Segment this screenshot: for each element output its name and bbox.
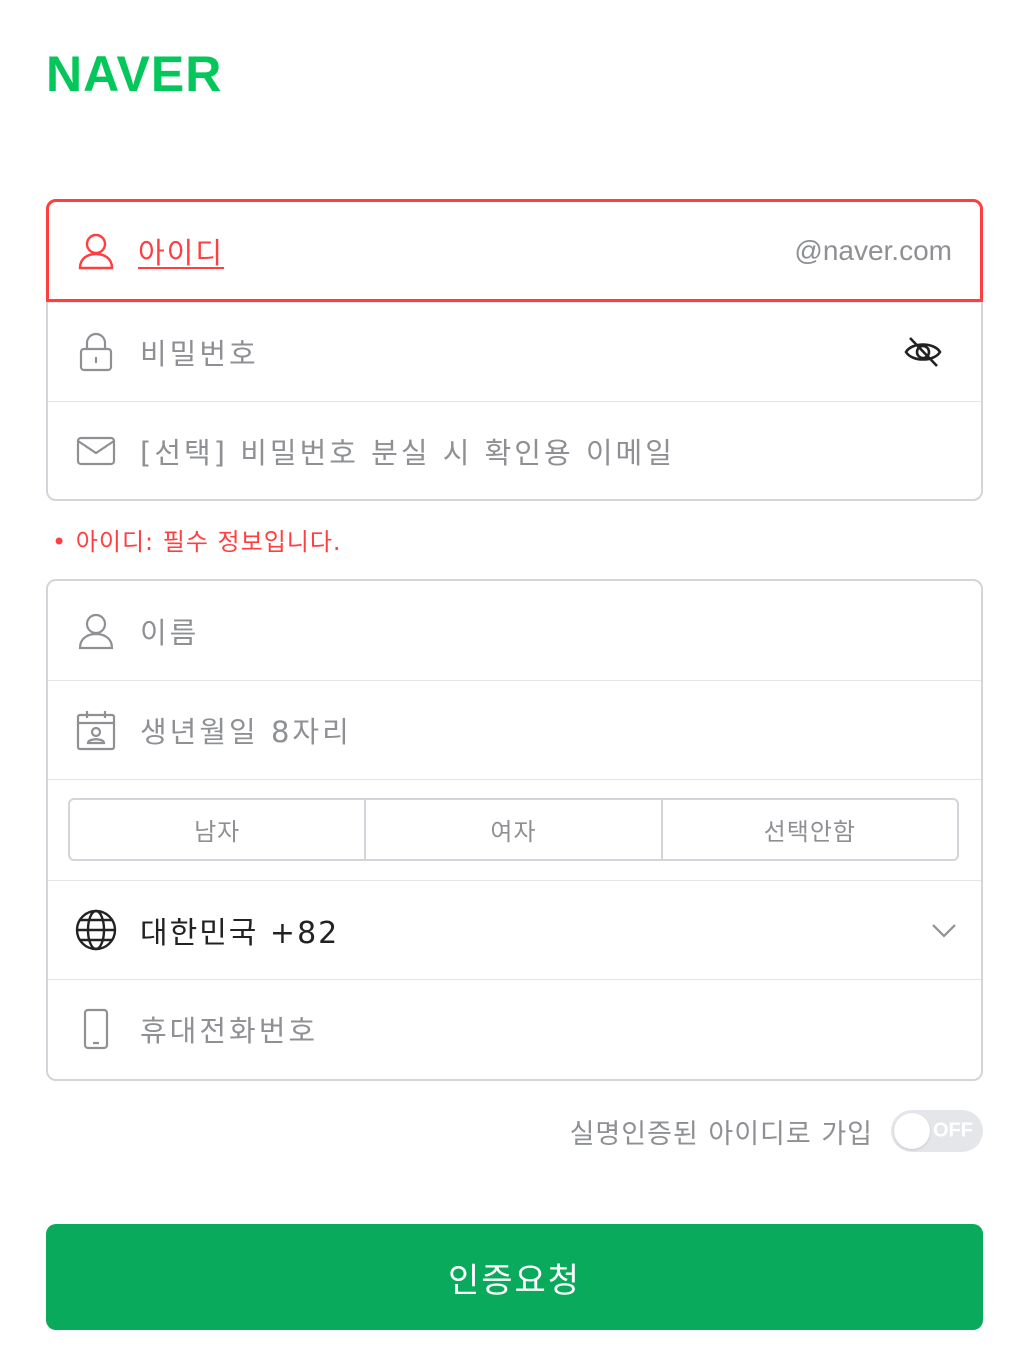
profile-field-group: 이름 생년월일 8자리 남자 여자 선택안함 대한민국 +82 휴대전화번호 [46,579,983,1081]
globe-icon [74,908,118,952]
realname-signup: 실명인증된 아이디로 가입 OFF [570,1109,983,1153]
calendar-icon [74,708,118,752]
toggle-knob [894,1113,930,1149]
verify-request-button[interactable]: 인증요청 [46,1224,983,1330]
realname-toggle[interactable]: OFF [891,1110,983,1152]
gender-option-none[interactable]: 선택안함 [660,800,957,859]
gender-option-female[interactable]: 여자 [364,800,660,859]
naver-logo: NAVER [46,46,223,102]
user-icon [74,229,118,273]
country-code-select[interactable]: 대한민국 +82 [140,908,339,952]
user-icon [74,609,118,653]
eye-off-icon[interactable] [903,332,943,372]
name-input[interactable]: 이름 [140,610,199,652]
phone-input[interactable]: 휴대전화번호 [140,1008,318,1050]
lock-icon [74,330,118,374]
chevron-down-icon[interactable] [929,915,959,945]
id-domain-suffix: @naver.com [794,234,952,266]
gender-option-male[interactable]: 남자 [70,800,364,859]
id-input[interactable]: 아이디 [138,230,224,272]
email-row[interactable]: [선택] 비밀번호 분실 시 확인용 이메일 [48,401,981,500]
birthdate-input[interactable]: 생년월일 8자리 [140,709,352,751]
realname-label: 실명인증된 아이디로 가입 [569,1118,873,1150]
country-row[interactable]: 대한민국 +82 [48,880,981,979]
phone-icon [74,1007,118,1051]
phone-row[interactable]: 휴대전화번호 [48,979,981,1078]
gender-row: 남자 여자 선택안함 [48,779,981,880]
birth-row[interactable]: 생년월일 8자리 [48,680,981,779]
id-error-message: • 아이디: 필수 정보입니다. [52,528,342,556]
email-input[interactable]: [선택] 비밀번호 분실 시 확인용 이메일 [140,430,675,472]
gender-selector: 남자 여자 선택안함 [68,798,959,861]
password-row[interactable]: 비밀번호 [48,302,981,401]
envelope-icon [74,429,118,473]
toggle-state-text: OFF [933,1119,973,1142]
id-field[interactable]: 아이디 @naver.com [46,199,983,302]
name-row[interactable]: 이름 [48,581,981,680]
password-input[interactable]: 비밀번호 [140,331,259,373]
